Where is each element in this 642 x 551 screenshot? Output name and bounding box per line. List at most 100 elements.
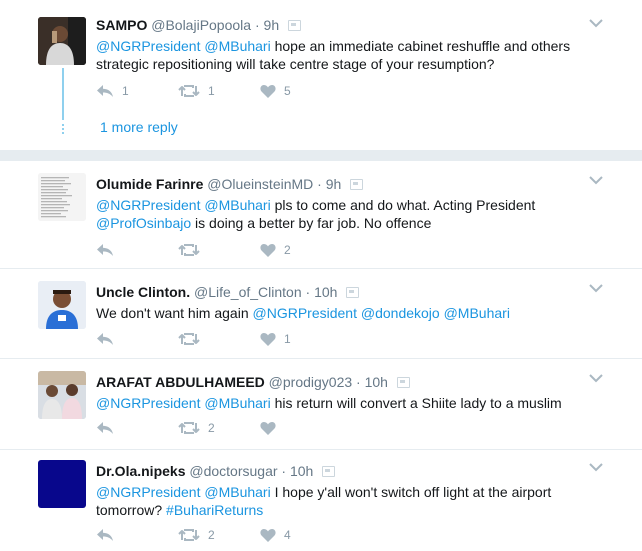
- like-button[interactable]: 2: [260, 243, 342, 257]
- retweet-count: 1: [208, 84, 215, 98]
- mention-link[interactable]: @NGRPresident: [96, 197, 200, 213]
- heart-icon: [260, 421, 276, 435]
- like-count: 5: [284, 84, 291, 98]
- retweet-button[interactable]: [178, 243, 260, 257]
- retweet-icon: [178, 84, 200, 98]
- verified-placeholder-icon: [346, 286, 360, 298]
- username[interactable]: @OlueinsteinMD: [207, 176, 313, 192]
- like-button[interactable]: 5: [260, 84, 342, 98]
- like-button[interactable]: [260, 421, 342, 435]
- tweet[interactable]: ARAFAT ABDULHAMEED @prodigy023 · 10h @NG…: [0, 359, 642, 449]
- avatar[interactable]: [38, 371, 86, 419]
- reply-icon: [96, 243, 114, 257]
- mention-link[interactable]: @NGRPresident: [253, 305, 357, 321]
- display-name[interactable]: Dr.Ola.nipeks: [96, 463, 185, 479]
- mention-link[interactable]: @dondekojo: [361, 305, 440, 321]
- like-count: 4: [284, 528, 291, 542]
- hashtag-link[interactable]: #BuhariReturns: [166, 502, 263, 518]
- like-count: 1: [284, 332, 291, 346]
- timestamp[interactable]: 10h: [314, 284, 337, 300]
- tweet-actions: 2 4: [96, 525, 342, 545]
- heart-icon: [260, 528, 276, 542]
- timestamp[interactable]: 10h: [365, 374, 388, 390]
- mention-link[interactable]: @NGRPresident: [96, 38, 200, 54]
- tweet-actions: 2: [96, 418, 342, 438]
- mention-link[interactable]: @NGRPresident: [96, 484, 200, 500]
- tweet[interactable]: SAMPO @BolajiPopoola · 9h @NGRPresident …: [0, 0, 642, 150]
- username[interactable]: @Life_of_Clinton: [194, 284, 302, 300]
- heart-icon: [260, 84, 276, 98]
- tweet-header: Uncle Clinton. @Life_of_Clinton · 10h: [96, 283, 602, 301]
- timestamp[interactable]: 9h: [264, 17, 280, 33]
- tweet-header: Dr.Ola.nipeks @doctorsugar · 10h: [96, 462, 602, 480]
- verified-placeholder-icon: [396, 376, 410, 388]
- retweet-icon: [178, 421, 200, 435]
- thread-dots: [62, 124, 64, 136]
- username[interactable]: @prodigy023: [269, 374, 353, 390]
- retweet-button[interactable]: [178, 332, 260, 346]
- tweet[interactable]: Olumide Farinre @OlueinsteinMD · 9h @NGR…: [0, 161, 642, 268]
- username[interactable]: @BolajiPopoola: [151, 17, 251, 33]
- like-button[interactable]: 4: [260, 528, 342, 542]
- reply-icon: [96, 84, 114, 98]
- timestamp[interactable]: 10h: [290, 463, 313, 479]
- mention-link[interactable]: @ProfOsinbajo: [96, 215, 191, 231]
- mention-link[interactable]: @MBuhari: [204, 395, 270, 411]
- avatar[interactable]: [38, 173, 86, 221]
- reply-icon: [96, 332, 114, 346]
- mention-link[interactable]: @MBuhari: [444, 305, 510, 321]
- tweet-text: @NGRPresident @MBuhari I hope y'all won'…: [96, 483, 602, 519]
- retweet-button[interactable]: 1: [178, 84, 260, 98]
- thread-connector: [62, 68, 64, 120]
- avatar[interactable]: [38, 460, 86, 508]
- display-name[interactable]: Olumide Farinre: [96, 176, 203, 192]
- username[interactable]: @doctorsugar: [189, 463, 277, 479]
- verified-placeholder-icon: [322, 465, 336, 477]
- reply-button[interactable]: 1: [96, 84, 178, 98]
- like-button[interactable]: 1: [260, 332, 342, 346]
- chevron-down-icon[interactable]: [588, 373, 604, 383]
- tweet-body: his return will convert a Shiite lady to…: [274, 395, 562, 411]
- mention-link[interactable]: @MBuhari: [204, 197, 270, 213]
- retweet-count: 2: [208, 528, 215, 542]
- tweet-actions: 2: [96, 240, 342, 260]
- tweet[interactable]: Dr.Ola.nipeks @doctorsugar · 10h @NGRPre…: [0, 450, 642, 551]
- chevron-down-icon[interactable]: [588, 175, 604, 185]
- tweet-text: We don't want him again @NGRPresident @d…: [96, 304, 602, 322]
- tweet-header: ARAFAT ABDULHAMEED @prodigy023 · 10h: [96, 373, 602, 391]
- tweet-body: pls to come and do what. Acting Presiden…: [274, 197, 536, 213]
- tweet-text: @NGRPresident @MBuhari hope an immediate…: [96, 37, 602, 73]
- tweet-actions: 1: [96, 329, 342, 349]
- display-name[interactable]: ARAFAT ABDULHAMEED: [96, 374, 265, 390]
- retweet-icon: [178, 528, 200, 542]
- timestamp[interactable]: 9h: [326, 176, 342, 192]
- avatar[interactable]: [38, 281, 86, 329]
- like-count: 2: [284, 243, 291, 257]
- heart-icon: [260, 243, 276, 257]
- reply-button[interactable]: [96, 528, 178, 542]
- reply-feed: SAMPO @BolajiPopoola · 9h @NGRPresident …: [0, 0, 642, 551]
- retweet-count: 2: [208, 421, 215, 435]
- mention-link[interactable]: @MBuhari: [204, 484, 270, 500]
- verified-placeholder-icon: [288, 19, 301, 31]
- chevron-down-icon[interactable]: [588, 18, 604, 28]
- more-replies-link[interactable]: 1 more reply: [100, 119, 178, 135]
- retweet-button[interactable]: 2: [178, 528, 260, 542]
- reply-button[interactable]: [96, 332, 178, 346]
- reply-button[interactable]: [96, 421, 178, 435]
- reply-button[interactable]: [96, 243, 178, 257]
- mention-link[interactable]: @MBuhari: [204, 38, 270, 54]
- tweet-header: SAMPO @BolajiPopoola · 9h: [96, 16, 602, 34]
- tweet-body: is doing a better by far job. No offence: [195, 215, 432, 231]
- display-name[interactable]: Uncle Clinton.: [96, 284, 190, 300]
- avatar[interactable]: [38, 17, 86, 65]
- display-name[interactable]: SAMPO: [96, 17, 147, 33]
- chevron-down-icon[interactable]: [588, 462, 604, 472]
- heart-icon: [260, 332, 276, 346]
- chevron-down-icon[interactable]: [588, 283, 604, 293]
- mention-link[interactable]: @NGRPresident: [96, 395, 200, 411]
- tweet-text: @NGRPresident @MBuhari his return will c…: [96, 394, 602, 412]
- tweet-text: @NGRPresident @MBuhari pls to come and d…: [96, 196, 602, 232]
- tweet[interactable]: Uncle Clinton. @Life_of_Clinton · 10h We…: [0, 269, 642, 358]
- retweet-button[interactable]: 2: [178, 421, 260, 435]
